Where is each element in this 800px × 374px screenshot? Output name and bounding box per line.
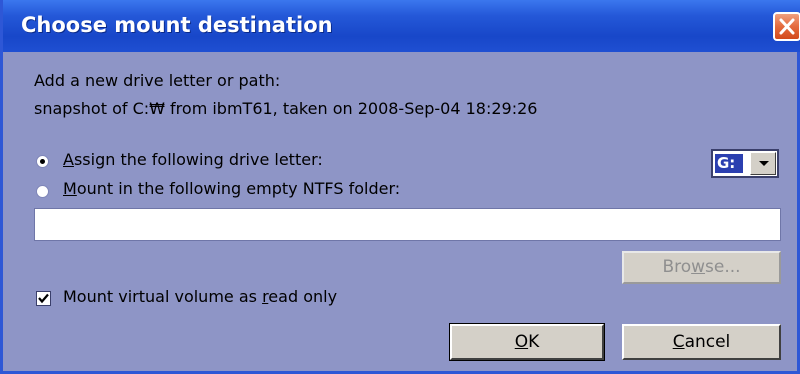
mount-dialog: Choose mount destination Add a new drive…: [0, 0, 800, 374]
ok-accel: O: [514, 332, 529, 352]
cancel-accel: C: [672, 332, 685, 352]
readonly-checkbox[interactable]: [36, 291, 51, 306]
title-bar: Choose mount destination: [3, 0, 800, 52]
assign-letter-accel: A: [63, 150, 74, 169]
drive-letter-select[interactable]: G:: [711, 149, 779, 178]
readonly-text-post: ead only: [268, 287, 338, 306]
chevron-down-icon[interactable]: [750, 152, 776, 175]
mount-folder-text: ount in the following empty NTFS folder:: [76, 179, 401, 198]
snapshot-description: snapshot of C:₩ from ibmT61, taken on 20…: [34, 99, 538, 118]
checkmark-icon: [38, 293, 49, 304]
drive-letter-value: G:: [715, 154, 743, 173]
browse-text-post: se...: [705, 257, 741, 277]
mount-folder-radio[interactable]: [36, 185, 49, 198]
assign-letter-text: ssign the following drive letter:: [73, 150, 323, 169]
window-title: Choose mount destination: [21, 13, 333, 37]
cancel-text: ancel: [684, 332, 731, 352]
close-button[interactable]: [773, 12, 800, 41]
readonly-text-pre: Mount virtual volume as: [63, 287, 263, 306]
cancel-button[interactable]: Cancel: [622, 324, 781, 360]
browse-button[interactable]: Browse...: [622, 251, 781, 284]
ok-text: K: [528, 332, 540, 352]
readonly-label[interactable]: Mount virtual volume as read only: [63, 287, 337, 306]
close-icon: [779, 18, 795, 35]
folder-path-input[interactable]: [34, 208, 781, 241]
ok-button[interactable]: OK: [449, 323, 605, 361]
assign-letter-radio[interactable]: [36, 155, 49, 168]
browse-text-pre: Bro: [662, 257, 692, 277]
browse-accel: w: [691, 257, 706, 277]
intro-label: Add a new drive letter or path:: [34, 71, 281, 90]
assign-letter-label[interactable]: Assign the following drive letter:: [63, 150, 323, 169]
mount-folder-accel: M: [63, 179, 77, 198]
mount-folder-label[interactable]: Mount in the following empty NTFS folder…: [63, 179, 400, 198]
